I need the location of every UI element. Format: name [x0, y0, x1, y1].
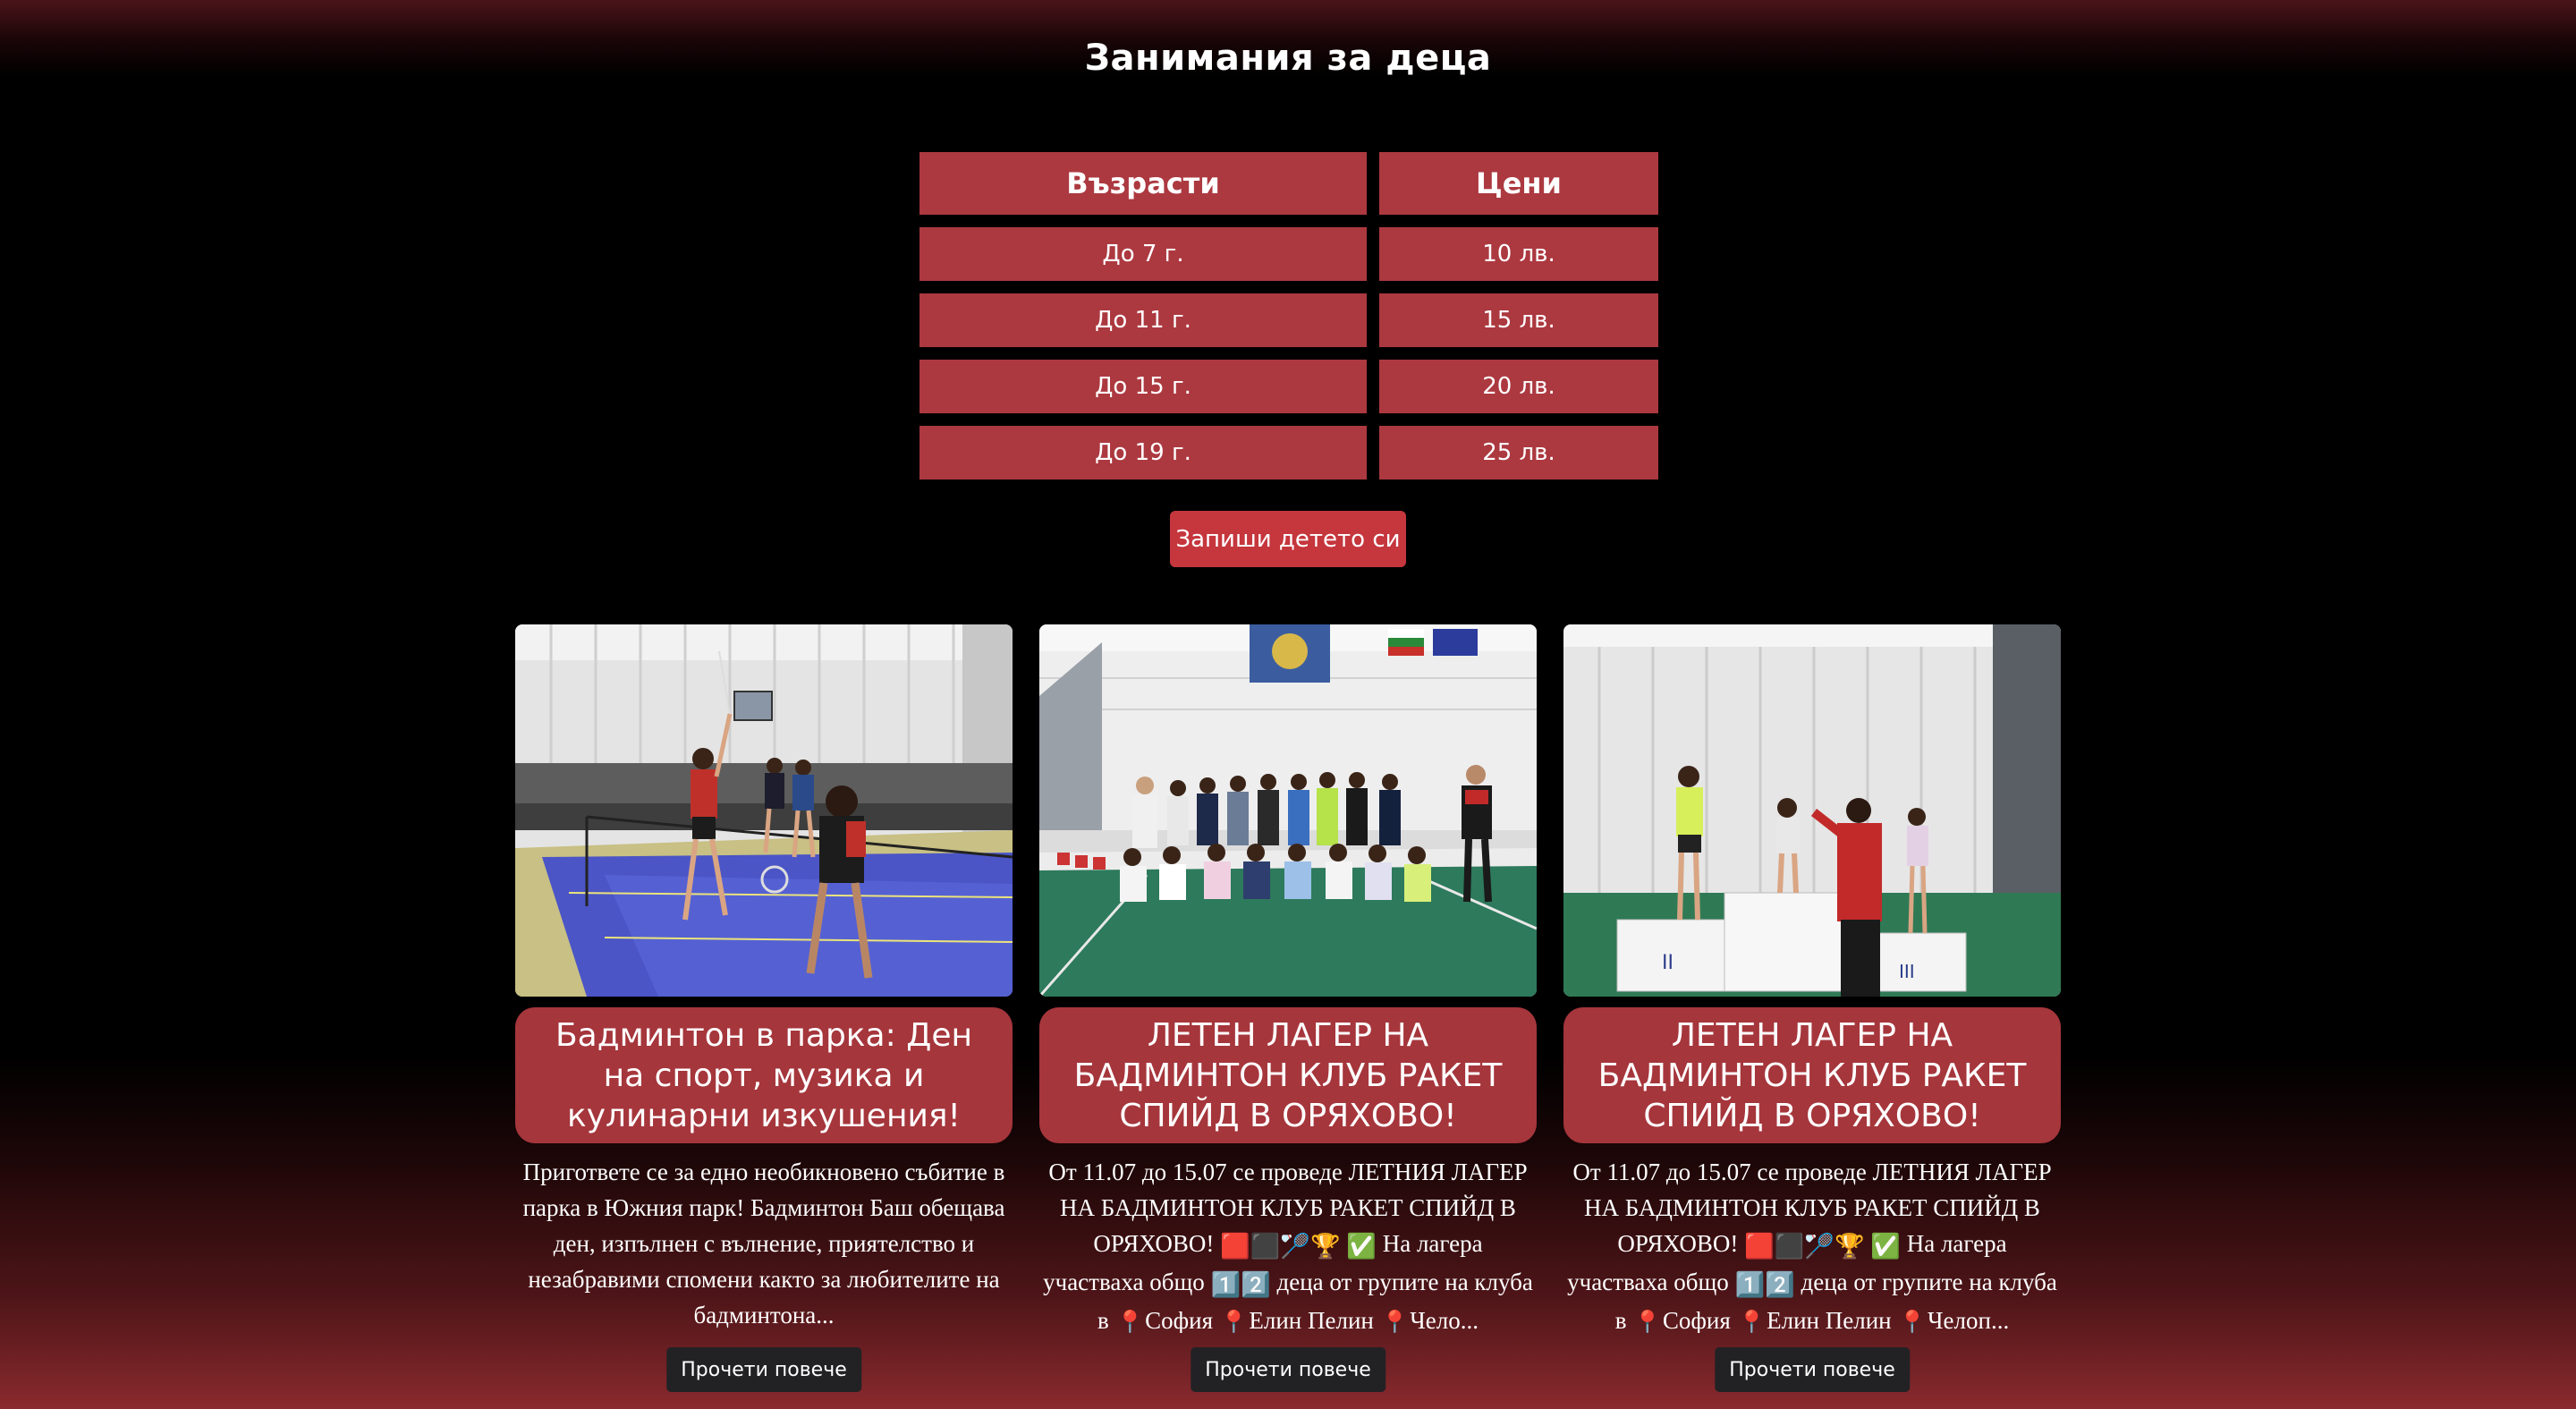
badminton-match-photo[interactable]	[515, 624, 1013, 997]
read-more-button[interactable]: Прочети повече	[1191, 1347, 1385, 1392]
card-title[interactable]: ЛЕТЕН ЛАГЕР НА БАДМИНТОН КЛУБ РАКЕТ СПИЙ…	[1039, 1007, 1537, 1143]
table-cell-price: 10 лв.	[1379, 227, 1658, 281]
keycap-one-icon: 1️⃣	[1734, 1271, 1766, 1298]
pin-icon: 📍	[1897, 1310, 1928, 1333]
svg-text:III: III	[1899, 961, 1915, 982]
keycap-two-icon: 2️⃣	[1241, 1271, 1271, 1298]
place-name: Елин Пелин	[1249, 1307, 1374, 1333]
award-ceremony-photo[interactable]: II III	[1563, 624, 2061, 997]
black-square-icon: ⬛	[1774, 1233, 1805, 1260]
pin-icon: 📍	[1218, 1310, 1250, 1333]
camp-group-photo[interactable]	[1039, 624, 1537, 997]
pin-icon: 📍	[1632, 1310, 1663, 1333]
place-name: Елин Пелин	[1767, 1307, 1892, 1333]
place-name: Челоп...	[1928, 1307, 2010, 1333]
article-card: ЛЕТЕН ЛАГЕР НА БАДМИНТОН КЛУБ РАКЕТ СПИЙ…	[1039, 624, 1537, 1392]
read-more-button[interactable]: Прочети повече	[666, 1347, 861, 1392]
badminton-icon: 🏸	[1280, 1233, 1310, 1260]
article-card: Бадминтон в парка: Ден на спорт, музика …	[515, 624, 1013, 1392]
check-mark-icon: ✅	[1870, 1233, 1901, 1260]
pin-icon: 📍	[1379, 1310, 1411, 1333]
card-excerpt: Пригответе се за едно необикновено събит…	[522, 1159, 1005, 1328]
svg-text:II: II	[1662, 952, 1674, 974]
keycap-one-icon: 1️⃣	[1210, 1271, 1241, 1298]
red-square-icon: 🟥	[1220, 1233, 1250, 1260]
pin-icon: 📍	[1114, 1310, 1146, 1333]
trophy-icon: 🏆	[1309, 1233, 1341, 1260]
table-cell-age: До 15 г.	[919, 360, 1367, 413]
place-name: София	[1662, 1307, 1731, 1333]
trophy-icon: 🏆	[1834, 1233, 1865, 1260]
black-square-icon: ⬛	[1250, 1233, 1281, 1260]
table-cell-age: До 19 г.	[919, 426, 1367, 480]
keycap-two-icon: 2️⃣	[1765, 1271, 1795, 1298]
card-title[interactable]: Бадминтон в парка: Ден на спорт, музика …	[515, 1007, 1013, 1143]
place-name: Чело...	[1410, 1307, 1479, 1333]
card-title[interactable]: ЛЕТЕН ЛАГЕР НА БАДМИНТОН КЛУБ РАКЕТ СПИЙ…	[1563, 1007, 2061, 1143]
table-header-ages: Възрасти	[919, 152, 1367, 215]
table-cell-price: 15 лв.	[1379, 293, 1658, 347]
red-square-icon: 🟥	[1744, 1233, 1775, 1260]
card-excerpt: От 11.07 до 15.07 се проведе ЛЕТНИЯ ЛАГЕ…	[1039, 1154, 1537, 1333]
page-title: Занимания за деца	[1084, 38, 1492, 79]
table-cell-price: 25 лв.	[1379, 426, 1658, 480]
table-cell-age: До 7 г.	[919, 227, 1367, 281]
card-excerpt: От 11.07 до 15.07 се проведе ЛЕТНИЯ ЛАГЕ…	[1563, 1154, 2061, 1333]
place-name: София	[1145, 1307, 1213, 1333]
table-cell-price: 20 лв.	[1379, 360, 1658, 413]
enroll-child-button[interactable]: Запиши детето си	[1170, 511, 1406, 567]
table-cell-age: До 11 г.	[919, 293, 1367, 347]
price-table: Възрасти Цени До 7 г. 10 лв. До 11 г. 15…	[919, 152, 1658, 492]
pin-icon: 📍	[1736, 1310, 1767, 1333]
badminton-icon: 🏸	[1804, 1233, 1835, 1260]
read-more-button[interactable]: Прочети повече	[1715, 1347, 1910, 1392]
article-card: II III ЛЕТЕН ЛАГЕР НА БАДМИНТОН КЛУБ РАК…	[1563, 624, 2061, 1392]
table-header-prices: Цени	[1379, 152, 1658, 215]
check-mark-icon: ✅	[1346, 1233, 1377, 1260]
